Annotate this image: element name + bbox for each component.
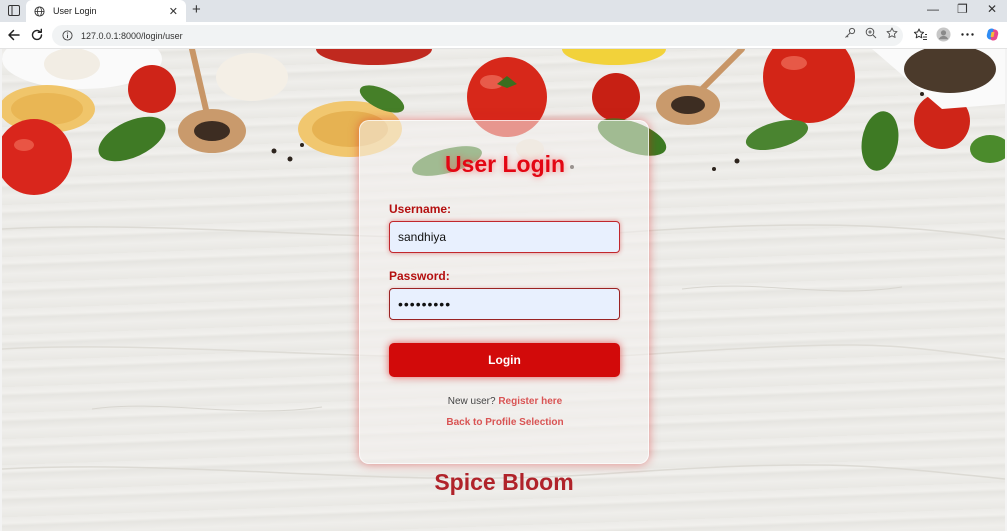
back-to-profile-link[interactable]: Back to Profile Selection xyxy=(360,417,650,428)
new-user-text: New user? xyxy=(447,396,496,407)
favorites-icon[interactable] xyxy=(913,27,928,42)
back-icon[interactable] xyxy=(6,27,22,43)
restore-button[interactable]: ❐ xyxy=(957,2,968,16)
address-bar[interactable]: 127.0.0.1:8000/login/user xyxy=(52,25,903,46)
tab-title: User Login xyxy=(53,6,97,16)
password-input[interactable] xyxy=(389,288,620,320)
username-label: Username: xyxy=(389,202,452,216)
info-icon[interactable] xyxy=(62,30,73,41)
more-icon[interactable] xyxy=(960,27,975,42)
close-window-button[interactable]: ✕ xyxy=(987,2,997,16)
browser-toolbar: 127.0.0.1:8000/login/user xyxy=(0,22,1007,49)
password-label: Password: xyxy=(389,269,450,283)
new-user-prompt: New user? Register here xyxy=(360,396,650,407)
globe-icon xyxy=(34,5,45,17)
tab-strip: User Login ✕ + — ❐ ✕ xyxy=(0,0,1007,22)
key-icon[interactable] xyxy=(844,27,856,39)
page-title: User Login xyxy=(444,151,566,177)
register-link[interactable]: Register here xyxy=(498,396,562,407)
brand-name: Spice Bloom xyxy=(434,469,574,495)
refresh-icon[interactable] xyxy=(29,27,45,43)
minimize-button[interactable]: — xyxy=(927,2,939,16)
sidebar-icon[interactable] xyxy=(8,5,20,16)
login-button[interactable]: Login xyxy=(389,343,620,377)
new-tab-button[interactable]: + xyxy=(192,1,201,18)
tab-user-login[interactable]: User Login ✕ xyxy=(26,0,186,22)
star-icon[interactable] xyxy=(886,27,898,39)
close-tab-icon[interactable]: ✕ xyxy=(169,5,178,18)
username-input[interactable] xyxy=(389,221,620,253)
profile-icon[interactable] xyxy=(936,27,951,42)
login-page: User Login Username: Password: Login New… xyxy=(2,49,1005,531)
zoom-icon[interactable] xyxy=(865,27,877,39)
url-text: 127.0.0.1:8000/login/user xyxy=(81,30,183,41)
login-card: User Login Username: Password: Login New… xyxy=(359,120,649,464)
copilot-icon[interactable] xyxy=(985,27,1000,42)
